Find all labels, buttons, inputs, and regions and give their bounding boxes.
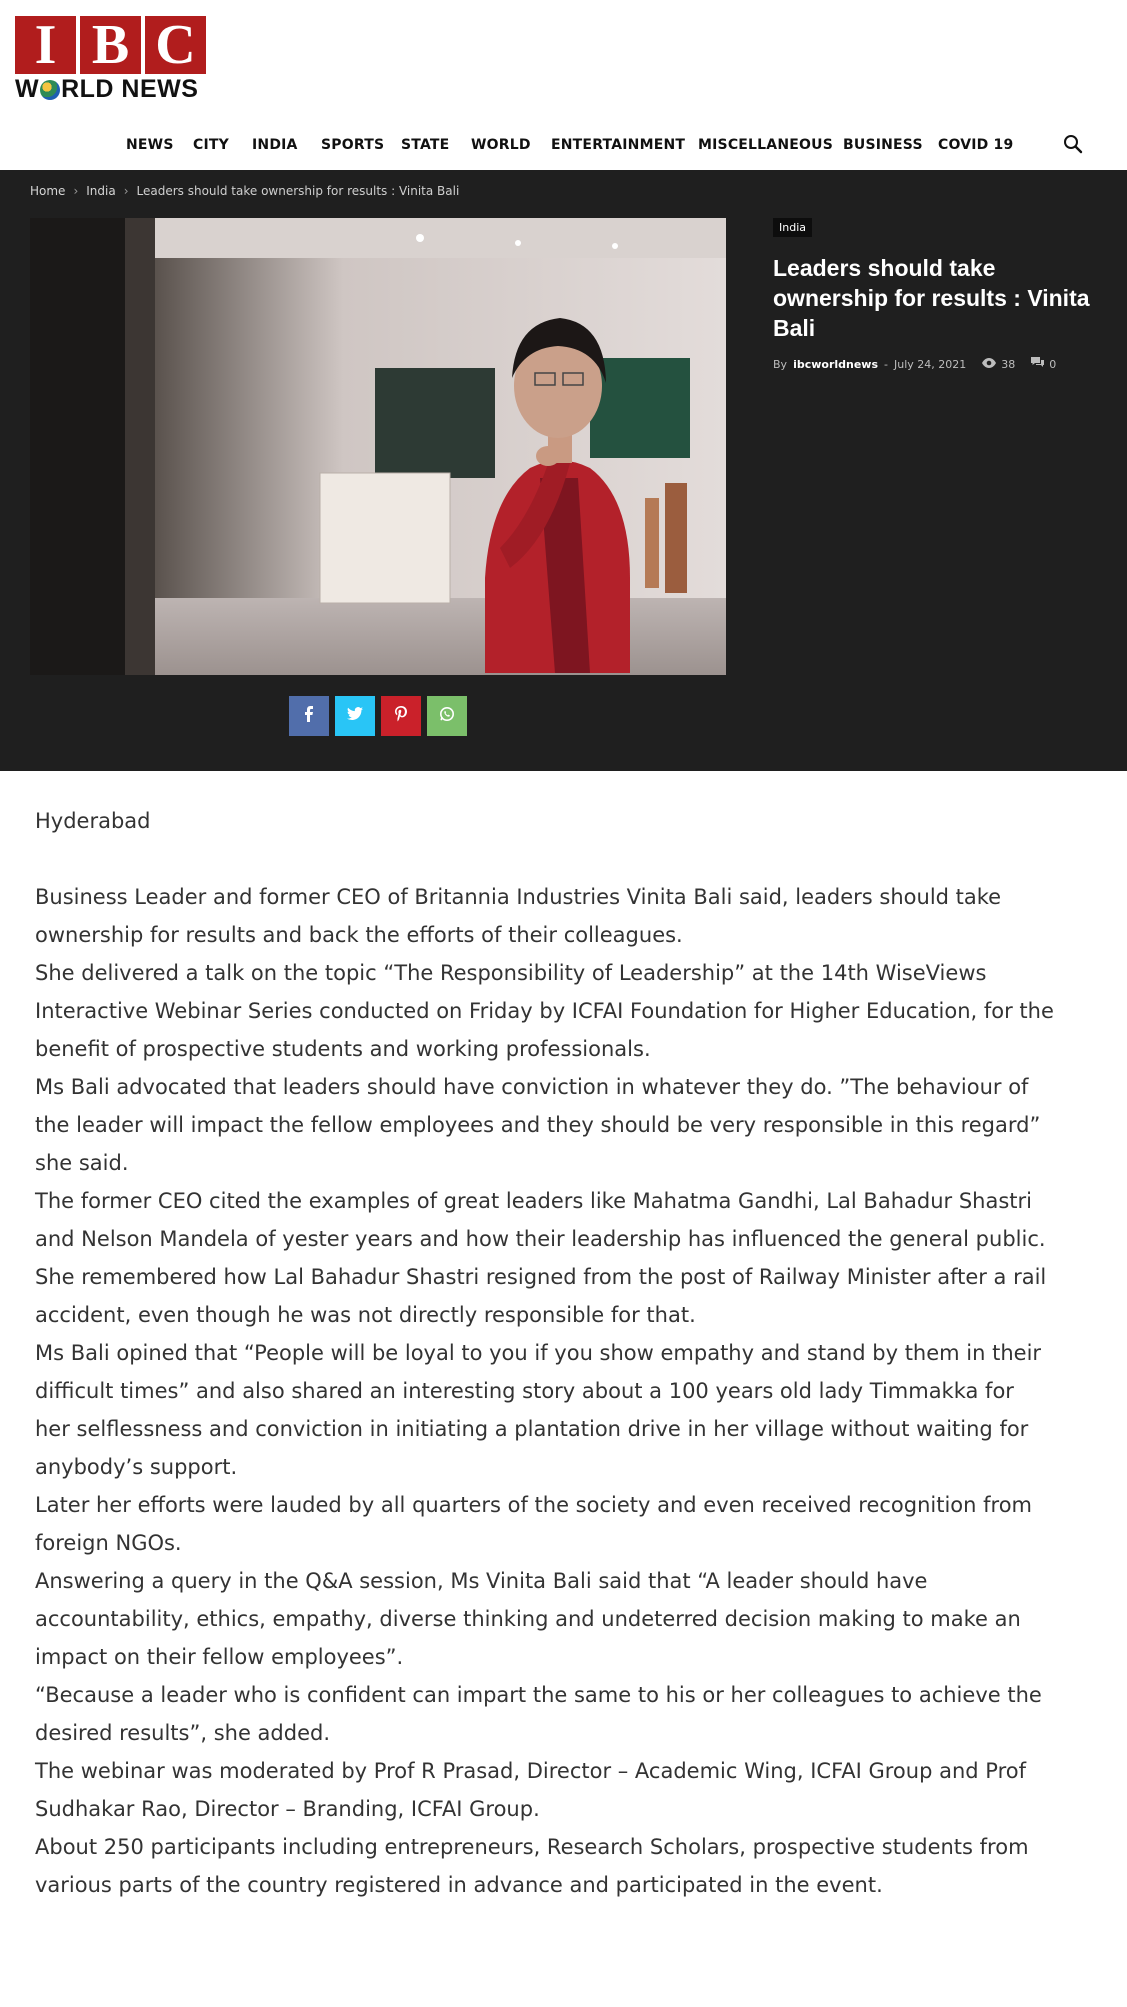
twitter-share-button[interactable]	[335, 696, 375, 736]
views-count: 38	[982, 357, 1016, 371]
paragraph: Business Leader and former CEO of Britan…	[35, 885, 1002, 947]
paragraph: Ms Bali advocated that leaders should ha…	[35, 1075, 1041, 1175]
paragraph: Answering a query in the Q&A session, Ms…	[35, 1569, 1021, 1669]
author-link[interactable]: ibcworldnews	[793, 358, 878, 371]
site-header: I B C W RLD NEWS NEWS CITY INDIA SPORTS …	[0, 0, 1127, 170]
post-title: Leaders should take ownership for result…	[773, 255, 1090, 341]
paragraph: The former CEO cited the examples of gre…	[35, 1189, 1046, 1251]
nav-item-city[interactable]: CITY	[193, 137, 229, 153]
paragraph: Ms Bali opined that “People will be loya…	[35, 1341, 1042, 1479]
nav-item-miscellaneous[interactable]: MISCELLANEOUS	[698, 137, 833, 153]
globe-icon	[40, 79, 61, 100]
logo-sub-post: RLD NEWS	[61, 75, 199, 103]
comment-icon	[1031, 357, 1045, 371]
breadcrumb-section[interactable]: India	[86, 184, 115, 198]
whatsapp-share-button[interactable]	[427, 696, 467, 736]
category-badge[interactable]: India	[773, 218, 812, 237]
logo-letter-i: I	[15, 16, 76, 74]
nav-item-business[interactable]: BUSINESS	[843, 137, 923, 153]
nav-item-entertainment[interactable]: ENTERTAINMENT	[551, 137, 685, 153]
paragraph: She remembered how Lal Bahadur Shastri r…	[35, 1265, 1047, 1327]
comments-count[interactable]: 0	[1031, 357, 1056, 371]
search-icon[interactable]	[1062, 133, 1084, 155]
pinterest-icon	[395, 705, 407, 727]
nav-item-covid-19[interactable]: COVID 19	[938, 137, 1013, 153]
logo-letter-b: B	[80, 16, 141, 74]
whatsapp-icon	[439, 706, 455, 727]
paragraph: Later her efforts were lauded by all qua…	[35, 1493, 1033, 1555]
byline-label: By	[773, 357, 788, 371]
breadcrumb-separator: ›	[123, 184, 129, 198]
views-value: 38	[1001, 357, 1016, 371]
nav-item-news[interactable]: NEWS	[126, 137, 174, 153]
logo-sub-pre: W	[15, 75, 40, 103]
meta-dash: -	[884, 357, 889, 371]
post-date: July 24, 2021	[894, 357, 967, 371]
paragraph: The webinar was moderated by Prof R Pras…	[35, 1759, 1026, 1821]
site-logo[interactable]: I B C W RLD NEWS	[15, 16, 208, 104]
breadcrumb: Home › India › Leaders should take owner…	[30, 184, 459, 198]
paragraph: About 250 participants including entrepr…	[35, 1835, 1029, 1897]
nav-item-india[interactable]: INDIA	[252, 137, 298, 153]
logo-letter-c: C	[145, 16, 206, 74]
share-bar	[289, 696, 467, 736]
twitter-icon	[347, 706, 363, 726]
eye-icon	[982, 357, 997, 371]
comments-value: 0	[1049, 357, 1057, 371]
paragraph: “Because a leader who is confident can i…	[35, 1683, 1042, 1745]
logo-letters: I B C	[15, 16, 208, 74]
post-header: India Leaders should take ownership for …	[773, 218, 1103, 371]
featured-image	[30, 218, 726, 675]
article-body: Hyderabad Business Leader and former CEO…	[35, 802, 1055, 1904]
main-nav: NEWS CITY INDIA SPORTS STATE WORLD ENTER…	[0, 133, 1127, 159]
paragraph: She delivered a talk on the topic “The R…	[35, 961, 1054, 1061]
dateline: Hyderabad	[35, 809, 151, 833]
pinterest-share-button[interactable]	[381, 696, 421, 736]
logo-subtitle: W RLD NEWS	[15, 75, 208, 104]
post-meta: By ibcworldnews - July 24, 2021 38 0	[773, 357, 1103, 371]
breadcrumb-home[interactable]: Home	[30, 184, 65, 198]
breadcrumb-separator: ›	[73, 184, 79, 198]
breadcrumb-current: Leaders should take ownership for result…	[136, 184, 460, 198]
nav-item-sports[interactable]: SPORTS	[321, 137, 384, 153]
nav-item-state[interactable]: STATE	[401, 137, 449, 153]
nav-item-world[interactable]: WORLD	[471, 137, 531, 153]
facebook-share-button[interactable]	[289, 696, 329, 736]
facebook-icon	[303, 705, 315, 727]
article-hero: Home › India › Leaders should take owner…	[0, 170, 1127, 771]
